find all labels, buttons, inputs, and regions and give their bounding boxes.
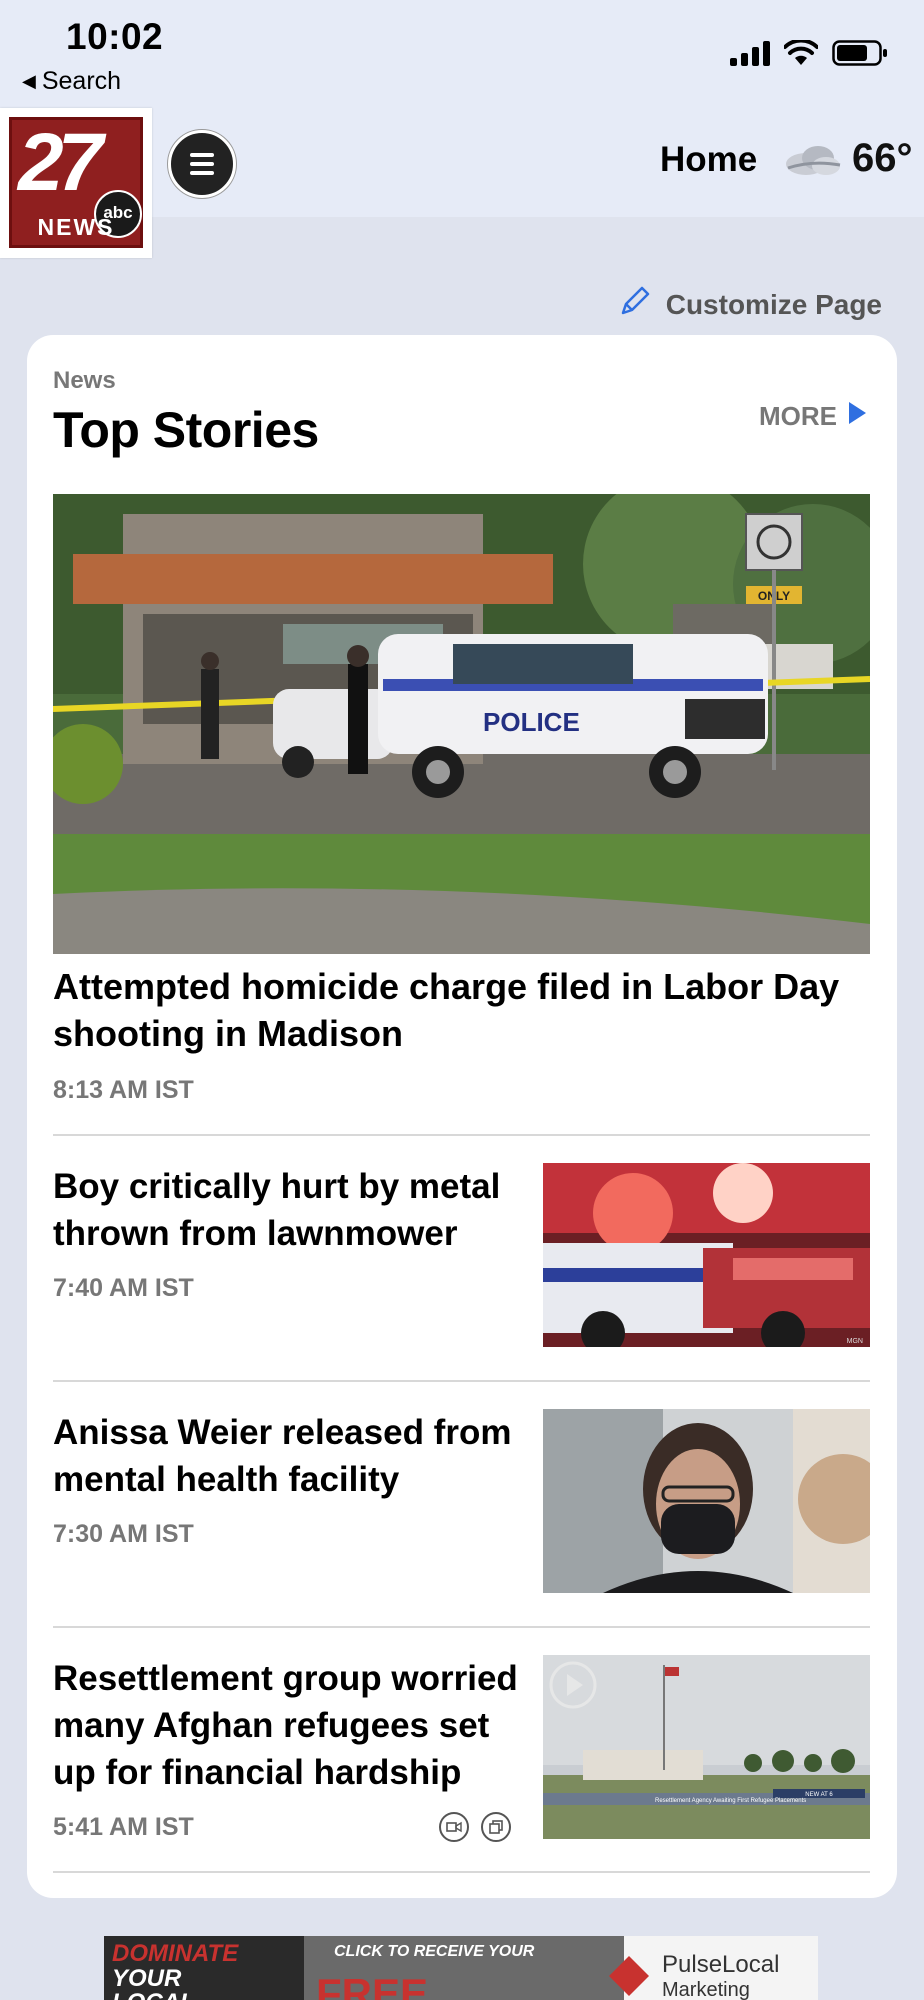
- story-image-3[interactable]: [543, 1409, 870, 1593]
- hamburger-menu-button[interactable]: [168, 130, 236, 198]
- ticker-text: Resettlement Agency Awaiting First Refug…: [655, 1798, 806, 1804]
- image-watermark: MGN: [847, 1338, 863, 1345]
- top-stories-card: News Top Stories MORE ONLY: [27, 335, 897, 1898]
- cellular-signal-icon: [730, 40, 770, 66]
- news-banner-text: NEW AT 6: [805, 1792, 833, 1798]
- section-kicker: News: [53, 367, 116, 394]
- story-title-2[interactable]: Boy critically hurt by metal thrown from…: [53, 1163, 523, 1257]
- story-image-4[interactable]: NEW AT 6 Resettlement Agency Awaiting Fi…: [543, 1655, 870, 1839]
- story-time-3: 7:30 AM IST: [53, 1520, 194, 1548]
- temperature-label[interactable]: 66°: [852, 136, 913, 181]
- ad-left-line2: YOUR: [112, 1965, 182, 1992]
- ad-right-brand: PulseLocal: [662, 1951, 779, 1978]
- section-title: Top Stories: [53, 402, 319, 458]
- customize-label: Customize Page: [665, 288, 882, 320]
- logo-word: NEWS: [37, 214, 115, 240]
- more-link[interactable]: MORE: [759, 401, 867, 432]
- back-label: Search: [41, 67, 122, 95]
- back-caret-icon: ◀: [22, 71, 36, 91]
- police-car-text: POLICE: [483, 707, 580, 737]
- story-time-4: 5:41 AM IST: [53, 1813, 194, 1841]
- ad-middle-line2: FREE: [316, 1970, 428, 2000]
- ad-banner[interactable]: DOMINATE YOUR LOCAL CLICK TO RECEIVE YOU…: [104, 1936, 818, 2000]
- ad-left-line1: DOMINATE: [112, 1940, 239, 1967]
- hero-story-title[interactable]: Attempted homicide charge filed in Labor…: [53, 963, 870, 1057]
- media-icons: [439, 1812, 511, 1842]
- divider: [53, 1626, 870, 1628]
- clock: 10:02: [66, 16, 164, 57]
- story-time-2: 7:40 AM IST: [53, 1274, 194, 1302]
- status-bar: 10:02 ◀ Search: [0, 0, 924, 105]
- logo-number: 27: [18, 117, 103, 208]
- ad-middle-line1: CLICK TO RECEIVE YOUR: [334, 1943, 535, 1960]
- story-title-3[interactable]: Anissa Weier released from mental health…: [53, 1409, 523, 1503]
- wifi-icon: [784, 40, 818, 66]
- pencil-icon: [618, 284, 652, 325]
- hero-story-time: 8:13 AM IST: [53, 1076, 194, 1104]
- divider: [53, 1871, 870, 1873]
- divider: [53, 1380, 870, 1382]
- system-icons: [730, 40, 888, 66]
- station-logo[interactable]: 27 abc NEWS: [0, 108, 152, 258]
- hero-story-image[interactable]: ONLY POLICE: [53, 494, 870, 954]
- video-icon: [439, 1812, 469, 1842]
- ad-left-line3: LOCAL: [112, 1989, 195, 2000]
- gallery-icon: [481, 1812, 511, 1842]
- logo-badge: 27 abc NEWS: [9, 117, 143, 248]
- cloudy-icon[interactable]: [782, 138, 844, 187]
- story-title-4[interactable]: Resettlement group worried many Afghan r…: [53, 1655, 523, 1796]
- battery-icon: [832, 40, 888, 66]
- story-image-2[interactable]: MGN: [543, 1163, 870, 1347]
- play-arrow-icon: [847, 401, 867, 432]
- back-to-search-link[interactable]: ◀ Search: [22, 67, 121, 96]
- customize-page-button[interactable]: Customize Page: [618, 284, 882, 325]
- divider: [53, 1134, 870, 1136]
- ad-right-sub: Marketing: [662, 1979, 750, 2000]
- nav-home-label[interactable]: Home: [660, 140, 757, 180]
- more-label: MORE: [759, 401, 837, 431]
